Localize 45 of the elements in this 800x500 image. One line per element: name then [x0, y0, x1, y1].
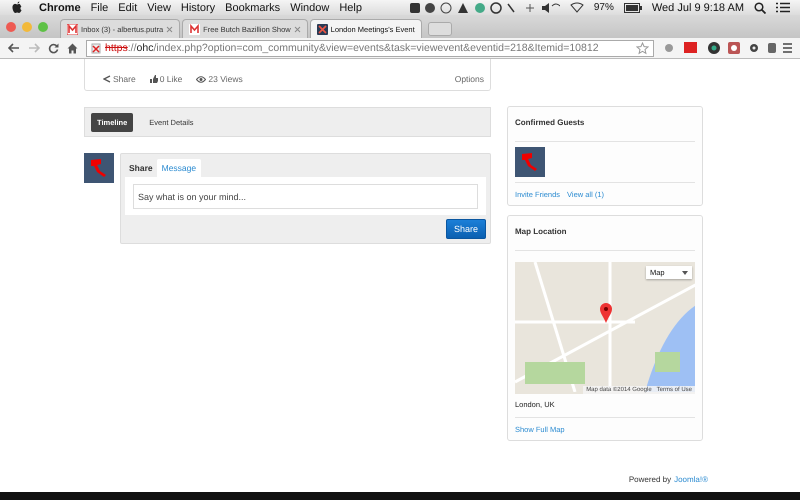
wifi-icon[interactable] [570, 2, 584, 13]
close-icon[interactable] [294, 26, 301, 32]
thumbs-up-icon [150, 75, 158, 83]
composer-label: Share [128, 162, 154, 175]
insecure-lock-icon [91, 42, 101, 54]
favicon-icon [316, 24, 328, 34]
map-pin-icon [599, 302, 613, 324]
event-stat[interactable]: 0 Like [150, 74, 182, 84]
eye-icon [196, 76, 206, 82]
card-title: Map Location [515, 226, 568, 238]
menu-item[interactable]: Help [339, 2, 362, 14]
favicon-icon [189, 24, 200, 34]
list-icon[interactable] [776, 2, 790, 13]
menu-item[interactable]: Edit [118, 2, 138, 14]
options-link[interactable]: Options [454, 74, 484, 84]
home-icon[interactable] [67, 42, 78, 54]
share-button[interactable]: Share [446, 219, 486, 239]
menu-item[interactable]: File [90, 2, 108, 14]
battery-percentage: 97% [594, 2, 614, 13]
event-stat[interactable]: 23 Views [196, 74, 243, 84]
menu-item[interactable]: Window [290, 2, 330, 14]
extension-icons-drawing[interactable] [662, 41, 792, 55]
apple-logo-icon[interactable] [12, 1, 23, 14]
favicon-icon [67, 24, 78, 34]
caret-icon [682, 270, 688, 274]
menu-item[interactable]: History [180, 2, 216, 14]
menu-item[interactable]: Bookmarks [225, 2, 280, 14]
menu-clock[interactable]: Wed Jul 9 9:18 AM [652, 2, 744, 14]
joomla-link[interactable]: Joomla!® [674, 475, 708, 484]
reload-icon[interactable] [48, 42, 59, 54]
menu-item[interactable]: View [147, 2, 171, 14]
menu-app-name[interactable]: Chrome [39, 2, 81, 14]
event-stat[interactable]: Share [103, 74, 136, 84]
bookmark-star-icon[interactable] [636, 42, 649, 54]
footer-text: Powered by [628, 475, 672, 484]
close-icon[interactable] [166, 26, 174, 32]
search-icon[interactable] [754, 2, 766, 14]
share-icon [103, 75, 111, 83]
status-icons-drawing[interactable] [410, 2, 560, 14]
battery-icon[interactable] [624, 2, 642, 12]
composer-tab[interactable]: Message [156, 159, 202, 177]
card-title: Confirmed Guests [515, 117, 586, 129]
address-bar[interactable]: https://ohc/index.php?option=com_community&view=events&task=viewevent&eventid=218&Itemid=10812 [86, 40, 654, 56]
status-input-field[interactable]: Say what is on your mind... [133, 184, 478, 209]
back-arrow-icon[interactable] [8, 43, 20, 53]
